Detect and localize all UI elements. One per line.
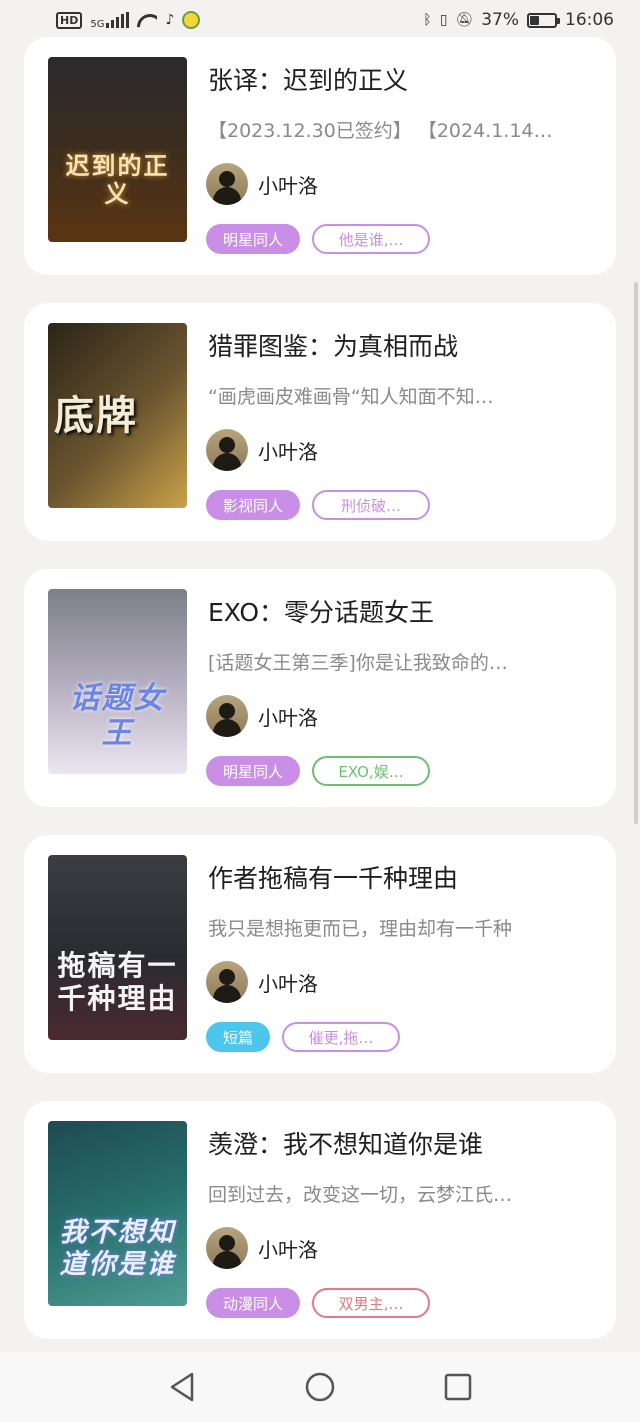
home-button[interactable]	[305, 1372, 335, 1402]
author-name: 小叶洛	[258, 173, 318, 198]
music-note-icon: ♪	[165, 12, 175, 28]
book-cover[interactable]: 迟到的正义	[48, 57, 187, 242]
book-list: 迟到的正义 张译：迟到的正义 【2023.12.30已签约】 【2024.1.1…	[24, 37, 616, 1367]
wifi-icon	[137, 12, 157, 28]
keyword-tag[interactable]: EXO,娱…	[312, 756, 431, 786]
book-title[interactable]: 张译：迟到的正义	[208, 61, 598, 97]
book-cover[interactable]: 拖稿有一千种理由	[48, 855, 187, 1040]
app-mascot-icon	[182, 11, 201, 29]
category-tag[interactable]: 短篇	[206, 1022, 271, 1052]
book-card[interactable]: 迟到的正义 张译：迟到的正义 【2023.12.30已签约】 【2024.1.1…	[24, 37, 616, 275]
category-tag[interactable]: 影视同人	[206, 490, 301, 520]
recents-button[interactable]	[443, 1372, 473, 1402]
status-bar: HD 5G ♪ ᛒ ▯ 🔕︎ 37% 16:06	[0, 0, 640, 40]
hd-icon: HD	[56, 11, 83, 29]
back-triangle-icon	[170, 1372, 194, 1402]
navigation-bar	[0, 1352, 640, 1422]
author-info[interactable]: 小叶洛	[206, 695, 318, 737]
battery-percent: 37%	[481, 10, 519, 30]
book-cover[interactable]: 话题女王	[48, 589, 187, 774]
book-description: “画虎画皮难画骨“知人知面不知…	[208, 386, 494, 408]
cover-title-art: 拖稿有一千种理由	[57, 949, 178, 1015]
book-cover[interactable]: 底牌	[48, 323, 187, 508]
tag-row: 动漫同人 双男主,…	[206, 1288, 431, 1318]
back-button[interactable]	[167, 1372, 197, 1402]
book-description: [话题女王第三季]你是让我致命的…	[208, 652, 508, 674]
book-title[interactable]: 猎罪图鉴：为真相而战	[208, 327, 598, 363]
avatar[interactable]	[206, 429, 248, 471]
author-info[interactable]: 小叶洛	[206, 1227, 318, 1269]
author-name: 小叶洛	[258, 705, 318, 730]
author-info[interactable]: 小叶洛	[206, 429, 318, 471]
status-right: ᛒ ▯ 🔕︎ 37% 16:06	[423, 10, 614, 30]
signal-icon	[106, 12, 130, 28]
book-title[interactable]: 作者拖稿有一千种理由	[208, 859, 598, 895]
cover-title-art: 迟到的正义	[65, 150, 170, 208]
book-title[interactable]: EXO：零分话题女王	[208, 593, 598, 629]
home-circle-icon	[305, 1372, 335, 1402]
clock: 16:06	[565, 10, 614, 30]
book-description: 我只是想拖更而已，理由却有一千种	[208, 918, 513, 940]
avatar[interactable]	[206, 163, 248, 205]
cover-title-art: 话题女王	[69, 681, 166, 751]
bluetooth-icon: ᛒ	[423, 12, 432, 28]
category-tag[interactable]: 动漫同人	[206, 1288, 301, 1318]
keyword-tag[interactable]: 他是谁,…	[312, 224, 431, 254]
vibrate-icon: ▯	[439, 12, 448, 28]
avatar[interactable]	[206, 961, 248, 1003]
cover-title-art: 我不想知道你是谁	[59, 1217, 176, 1280]
book-card[interactable]: 我不想知道你是谁 羡澄：我不想知道你是谁 回到过去，改变这一切，云梦江氏… 小叶…	[24, 1101, 616, 1339]
scrollbar[interactable]	[634, 282, 638, 824]
tag-row: 短篇 催更,拖…	[206, 1022, 401, 1052]
battery-fill	[530, 15, 539, 25]
book-description: 回到过去，改变这一切，云梦江氏…	[208, 1184, 513, 1206]
keyword-tag[interactable]: 催更,拖…	[282, 1022, 401, 1052]
avatar[interactable]	[206, 1227, 248, 1269]
status-left: HD 5G ♪	[56, 11, 201, 30]
author-name: 小叶洛	[258, 439, 318, 464]
category-tag[interactable]: 明星同人	[206, 224, 301, 254]
tag-row: 明星同人 他是谁,…	[206, 224, 431, 254]
book-card[interactable]: 拖稿有一千种理由 作者拖稿有一千种理由 我只是想拖更而已，理由却有一千种 小叶洛…	[24, 835, 616, 1073]
book-description: 【2023.12.30已签约】 【2024.1.14…	[208, 120, 553, 142]
battery-icon	[527, 12, 560, 28]
author-info[interactable]: 小叶洛	[206, 961, 318, 1003]
tag-row: 明星同人 EXO,娱…	[206, 756, 431, 786]
keyword-tag[interactable]: 刑侦破…	[312, 490, 431, 520]
category-tag[interactable]: 明星同人	[206, 756, 301, 786]
avatar[interactable]	[206, 695, 248, 737]
book-title[interactable]: 羡澄：我不想知道你是谁	[208, 1125, 598, 1161]
tag-row: 影视同人 刑侦破…	[206, 490, 431, 520]
book-card[interactable]: 话题女王 EXO：零分话题女王 [话题女王第三季]你是让我致命的… 小叶洛 明星…	[24, 569, 616, 807]
author-info[interactable]: 小叶洛	[206, 163, 318, 205]
network-label: 5G	[90, 18, 105, 30]
cover-title-art: 底牌	[54, 391, 138, 439]
recents-square-icon	[444, 1373, 472, 1401]
mute-bell-icon: 🔕︎	[455, 12, 474, 28]
author-name: 小叶洛	[258, 1237, 318, 1262]
keyword-tag[interactable]: 双男主,…	[312, 1288, 431, 1318]
author-name: 小叶洛	[258, 971, 318, 996]
book-card[interactable]: 底牌 猎罪图鉴：为真相而战 “画虎画皮难画骨“知人知面不知… 小叶洛 影视同人刑…	[24, 303, 616, 541]
book-cover[interactable]: 我不想知道你是谁	[48, 1121, 187, 1306]
